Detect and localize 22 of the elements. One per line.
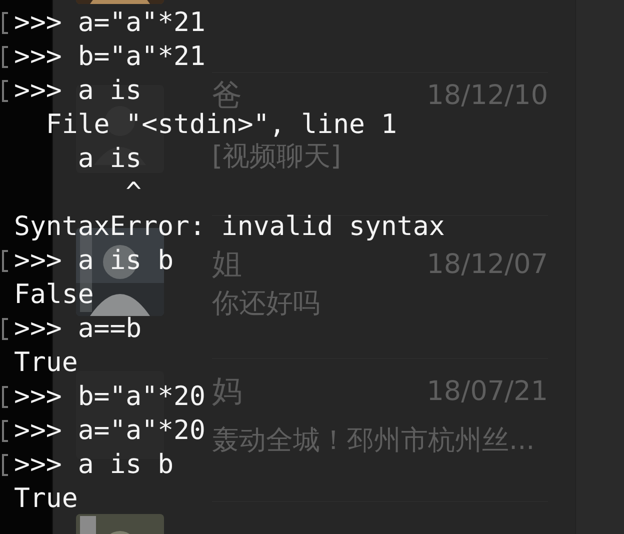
terminal-line: >>> a is — [14, 74, 142, 108]
message-preview: [视频聊天] — [212, 140, 342, 174]
terminal-line: SyntaxError: invalid syntax — [14, 210, 445, 244]
message-date: 18/07/21 — [426, 375, 548, 409]
terminal-line: >>> a==b — [14, 312, 142, 346]
message-preview: 轰动全城！邳州市杭州丝... — [212, 424, 536, 458]
terminal-line: True — [14, 346, 78, 380]
terminal-line: >>> a is b — [14, 448, 174, 482]
message-date: 18/12/10 — [426, 79, 548, 113]
terminal-line: >>> a="a"*21 — [14, 6, 206, 40]
terminal-line: True — [14, 482, 78, 516]
terminal-line: a is — [76, 142, 142, 176]
terminal-line: >>> a is b — [14, 244, 174, 278]
message-preview: 你还好吗 — [212, 287, 321, 321]
terminal-line: >>> a="a"*20 — [14, 414, 206, 448]
terminal-line: >>> b="a"*21 — [14, 40, 206, 74]
terminal-line: ^ — [124, 176, 142, 210]
terminal-line: False — [14, 278, 94, 312]
terminal-line: File "<stdin>", line 1 — [44, 108, 397, 142]
text-cursor — [80, 516, 96, 534]
message-date: 18/12/07 — [426, 248, 548, 282]
terminal-line: >>> b="a"*20 — [14, 380, 206, 414]
